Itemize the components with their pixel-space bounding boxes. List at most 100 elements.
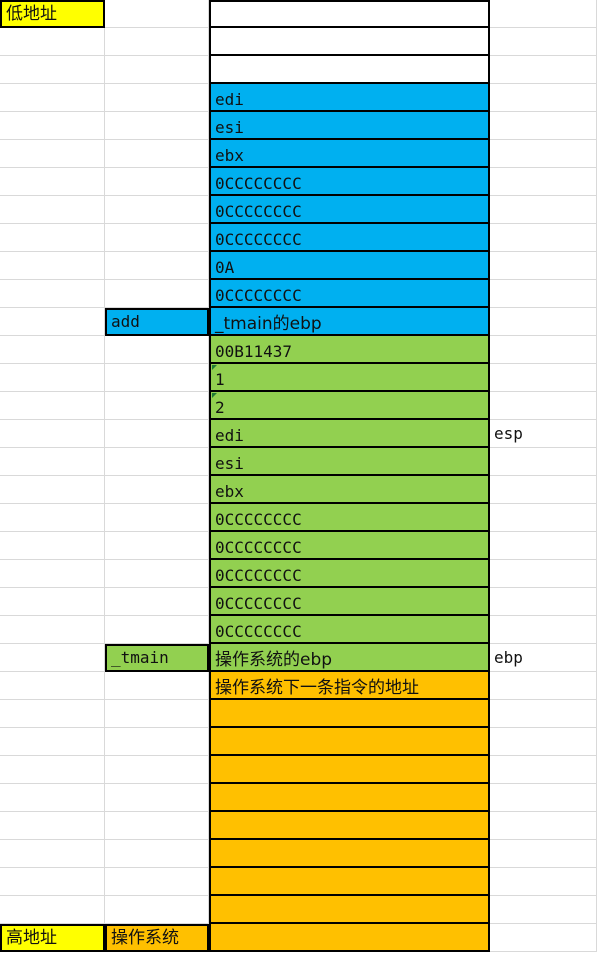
stack-slot[interactable]: 操作系统下一条指令的地址: [209, 672, 490, 700]
sheet-cell[interactable]: [0, 308, 105, 336]
sheet-cell[interactable]: [490, 504, 597, 532]
stack-slot[interactable]: esi: [209, 448, 490, 476]
sheet-cell[interactable]: [490, 112, 597, 140]
stack-slot[interactable]: 0CCCCCCCC: [209, 560, 490, 588]
sheet-cell[interactable]: [490, 392, 597, 420]
sheet-cell[interactable]: [0, 560, 105, 588]
sheet-cell[interactable]: [490, 812, 597, 840]
stack-slot[interactable]: 0CCCCCCCC: [209, 280, 490, 308]
stack-slot[interactable]: [209, 728, 490, 756]
sheet-cell[interactable]: [105, 336, 209, 364]
stack-slot[interactable]: 0CCCCCCCC: [209, 532, 490, 560]
stack-slot[interactable]: [209, 0, 490, 28]
sheet-cell[interactable]: [0, 84, 105, 112]
sheet-cell[interactable]: [490, 336, 597, 364]
sheet-cell[interactable]: [0, 644, 105, 672]
sheet-cell[interactable]: [490, 56, 597, 84]
stack-slot[interactable]: 1: [209, 364, 490, 392]
sheet-cell[interactable]: [490, 168, 597, 196]
stack-slot[interactable]: esi: [209, 112, 490, 140]
stack-slot[interactable]: [209, 868, 490, 896]
sheet-cell[interactable]: [105, 28, 209, 56]
stack-slot[interactable]: [209, 784, 490, 812]
stack-slot[interactable]: 0CCCCCCCC: [209, 196, 490, 224]
sheet-cell[interactable]: [0, 280, 105, 308]
stack-slot[interactable]: 00B11437: [209, 336, 490, 364]
sheet-cell[interactable]: [490, 896, 597, 924]
sheet-cell[interactable]: [0, 28, 105, 56]
ebp-pointer-label[interactable]: ebp: [490, 644, 597, 672]
sheet-cell[interactable]: [490, 196, 597, 224]
sheet-cell[interactable]: [490, 700, 597, 728]
stack-slot[interactable]: ebx: [209, 476, 490, 504]
stack-slot[interactable]: 0CCCCCCCC: [209, 588, 490, 616]
sheet-cell[interactable]: [0, 112, 105, 140]
sheet-cell[interactable]: [0, 168, 105, 196]
sheet-cell[interactable]: [105, 672, 209, 700]
sheet-cell[interactable]: [105, 588, 209, 616]
sheet-cell[interactable]: [0, 140, 105, 168]
sheet-cell[interactable]: [0, 700, 105, 728]
frame-label-tmain[interactable]: _tmain: [105, 644, 209, 672]
sheet-cell[interactable]: [105, 532, 209, 560]
sheet-cell[interactable]: [105, 140, 209, 168]
sheet-cell[interactable]: [490, 448, 597, 476]
sheet-cell[interactable]: [0, 756, 105, 784]
sheet-cell[interactable]: [0, 420, 105, 448]
sheet-cell[interactable]: [490, 532, 597, 560]
sheet-cell[interactable]: [490, 280, 597, 308]
sheet-cell[interactable]: [0, 364, 105, 392]
sheet-cell[interactable]: [490, 924, 597, 952]
sheet-cell[interactable]: [490, 28, 597, 56]
sheet-cell[interactable]: [0, 196, 105, 224]
sheet-cell[interactable]: [105, 448, 209, 476]
stack-slot[interactable]: [209, 700, 490, 728]
sheet-cell[interactable]: [490, 868, 597, 896]
sheet-cell[interactable]: [0, 448, 105, 476]
stack-slot[interactable]: [209, 812, 490, 840]
sheet-cell[interactable]: [105, 252, 209, 280]
esp-pointer-label[interactable]: esp: [490, 420, 597, 448]
sheet-cell[interactable]: [0, 56, 105, 84]
sheet-cell[interactable]: [105, 560, 209, 588]
sheet-cell[interactable]: [490, 588, 597, 616]
sheet-cell[interactable]: [105, 504, 209, 532]
sheet-cell[interactable]: [105, 616, 209, 644]
sheet-cell[interactable]: [105, 224, 209, 252]
sheet-cell[interactable]: [105, 168, 209, 196]
stack-slot[interactable]: 2: [209, 392, 490, 420]
sheet-cell[interactable]: [0, 840, 105, 868]
sheet-cell[interactable]: [105, 868, 209, 896]
sheet-cell[interactable]: [490, 840, 597, 868]
sheet-cell[interactable]: [490, 560, 597, 588]
stack-slot[interactable]: 0CCCCCCCC: [209, 224, 490, 252]
sheet-cell[interactable]: [490, 224, 597, 252]
sheet-cell[interactable]: [105, 476, 209, 504]
stack-slot[interactable]: edi: [209, 420, 490, 448]
stack-slot[interactable]: [209, 840, 490, 868]
sheet-cell[interactable]: [0, 812, 105, 840]
sheet-cell[interactable]: [105, 728, 209, 756]
stack-slot[interactable]: ebx: [209, 140, 490, 168]
sheet-cell[interactable]: [0, 588, 105, 616]
stack-slot[interactable]: [209, 56, 490, 84]
sheet-cell[interactable]: [105, 84, 209, 112]
sheet-cell[interactable]: [105, 840, 209, 868]
high-address-label[interactable]: 高地址: [0, 924, 105, 952]
sheet-cell[interactable]: [105, 420, 209, 448]
stack-slot[interactable]: [209, 756, 490, 784]
sheet-cell[interactable]: [490, 252, 597, 280]
sheet-cell[interactable]: [0, 392, 105, 420]
sheet-cell[interactable]: [0, 784, 105, 812]
sheet-cell[interactable]: [490, 616, 597, 644]
sheet-cell[interactable]: [0, 504, 105, 532]
sheet-cell[interactable]: [490, 0, 597, 28]
sheet-cell[interactable]: [490, 728, 597, 756]
sheet-cell[interactable]: [105, 112, 209, 140]
sheet-cell[interactable]: [490, 672, 597, 700]
frame-label-add[interactable]: add: [105, 308, 209, 336]
stack-slot[interactable]: [209, 924, 490, 952]
sheet-cell[interactable]: [490, 308, 597, 336]
stack-slot[interactable]: [209, 896, 490, 924]
stack-slot[interactable]: 0A: [209, 252, 490, 280]
